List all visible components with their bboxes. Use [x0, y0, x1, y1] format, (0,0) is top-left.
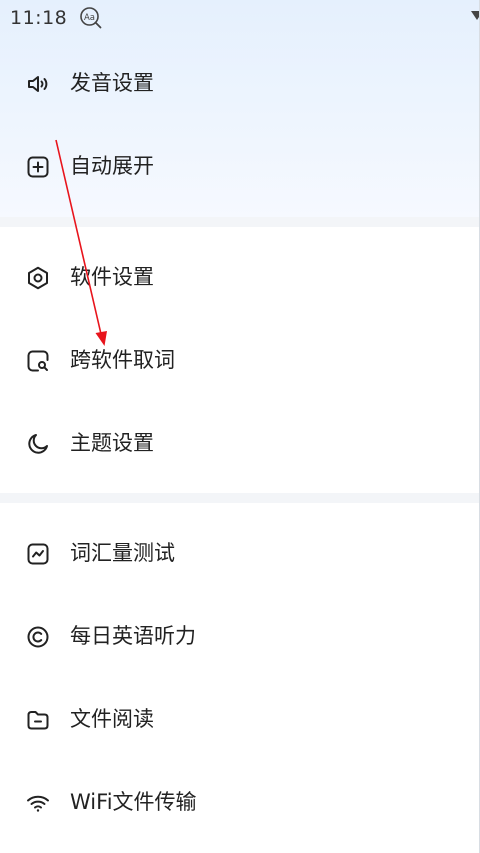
menu-item-software-settings[interactable]: 软件设置	[0, 248, 480, 308]
menu-item-label: 每日英语听力	[70, 624, 196, 648]
menu-item-auto-expand[interactable]: 自动展开	[0, 137, 480, 197]
menu-item-label: 发音设置	[70, 71, 154, 95]
menu-item-label: 跨软件取词	[70, 348, 175, 372]
hexagon-settings-icon	[28, 266, 48, 290]
menu-item-label: 自动展开	[70, 154, 154, 178]
section-divider	[0, 493, 480, 503]
circle-c-icon	[27, 626, 49, 648]
wifi-icon	[27, 795, 49, 812]
menu-item-label: 词汇量测试	[70, 541, 175, 565]
status-time: 11:18	[10, 7, 68, 29]
folder-icon	[27, 711, 49, 730]
svg-text:Aa: Aa	[84, 13, 95, 23]
menu-item-vocabulary-test[interactable]: 词汇量测试	[0, 524, 480, 584]
menu-item-theme-settings[interactable]: 主题设置	[0, 414, 480, 474]
menu-item-wifi-file-transfer[interactable]: WiFi文件传输	[0, 773, 480, 833]
menu-item-daily-english-listening[interactable]: 每日英语听力	[0, 607, 480, 667]
speaker-icon	[28, 76, 48, 92]
menu-item-file-reading[interactable]: 文件阅读	[0, 690, 480, 750]
menu-item-cross-app-lookup[interactable]: 跨软件取词	[0, 331, 480, 391]
menu-item-label: WiFi文件传输	[70, 790, 197, 814]
moon-icon	[28, 434, 48, 454]
aa-magnifier-icon: Aa	[80, 7, 102, 29]
chart-square-icon	[27, 543, 49, 565]
menu-item-label: 主题设置	[70, 431, 154, 455]
menu-item-label: 软件设置	[70, 265, 154, 289]
search-square-icon	[27, 350, 49, 372]
menu-item-label: 文件阅读	[70, 707, 154, 731]
section-divider	[0, 217, 480, 227]
menu-item-pronunciation-settings[interactable]: 发音设置	[0, 54, 480, 114]
status-bar: 11:18 Aa	[0, 0, 480, 36]
plus-square-icon	[27, 156, 49, 178]
